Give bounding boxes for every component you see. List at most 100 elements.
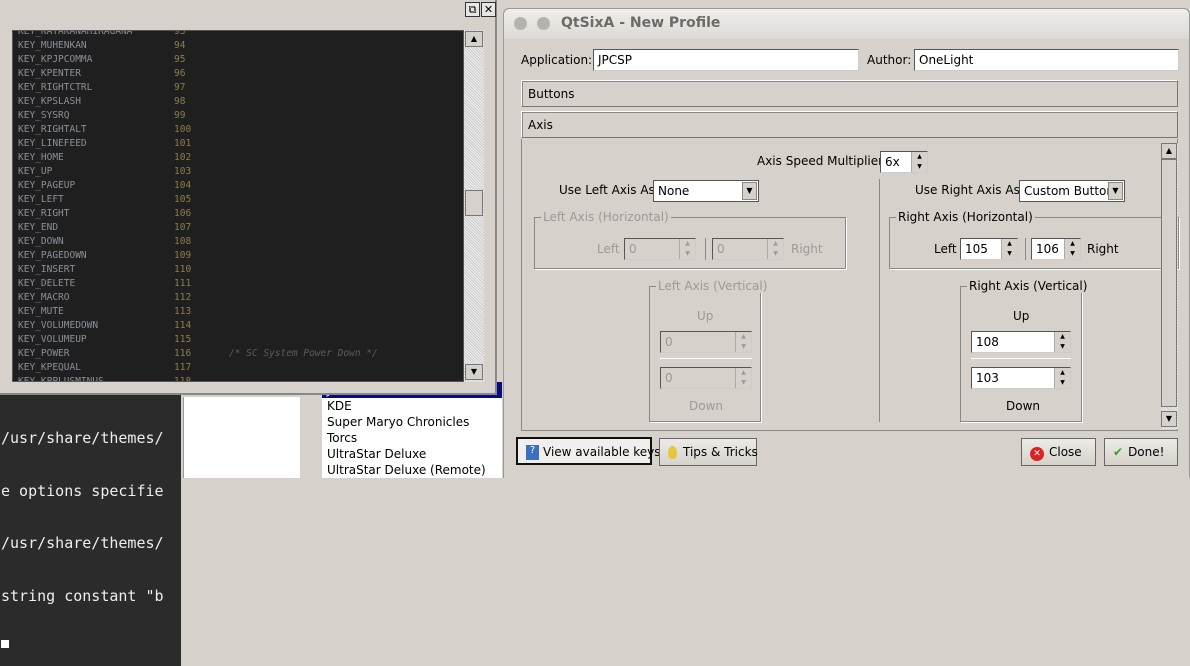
spin-value: 0 — [665, 371, 673, 385]
key-name: KEY_LEFT — [18, 194, 64, 205]
key-name: KEY_PAGEDOWN — [18, 250, 87, 261]
right-axis-up-spinbox[interactable]: 108 ▲ ▼ — [971, 331, 1071, 353]
key-code: 100 — [174, 124, 192, 135]
key-name: KEY_DELETE — [18, 278, 76, 289]
key-row: KEY_KATAKANAHIRAGANA 93 — [13, 30, 463, 39]
speed-spinbox[interactable]: 6x ▲ ▼ — [880, 151, 928, 173]
key-name: KEY_POWER — [18, 348, 70, 359]
key-code: 114 — [174, 320, 192, 331]
scroll-down-icon[interactable]: ▼ — [1161, 411, 1177, 427]
key-name: KEY_INSERT — [18, 264, 76, 275]
left-axis-left-spinbox[interactable]: 0 ▲ ▼ — [624, 238, 696, 260]
divider — [660, 358, 752, 359]
scroll-down-icon[interactable]: ▼ — [465, 364, 483, 380]
done-button[interactable]: ✔ Done! — [1104, 438, 1178, 466]
left-axis-down-spinbox[interactable]: 0 ▲ ▼ — [660, 367, 752, 389]
list-item[interactable]: UltraStar Deluxe (Remote) — [322, 462, 502, 478]
left-axis-up-spinbox[interactable]: 0 ▲ ▼ — [660, 331, 752, 353]
scroll-up-icon[interactable]: ▲ — [465, 31, 483, 47]
spin-value: 0 — [629, 242, 637, 256]
terminal-line: e options specifie — [1, 481, 164, 500]
key-code: 111 — [174, 278, 192, 289]
section-buttons[interactable]: Buttons — [521, 80, 1178, 107]
right-label: Right — [1087, 242, 1119, 256]
left-axis-use-select[interactable]: None ▼ — [653, 180, 759, 202]
close-button[interactable]: ✕ Close — [1021, 438, 1096, 466]
key-row: KEY_VOLUMEDOWN 114 — [13, 319, 463, 333]
window-title: QtSixA - New Profile — [561, 15, 721, 31]
list-item[interactable]: Super Maryo Chronicles — [322, 414, 502, 430]
spin-arrows-icon[interactable]: ▲ ▼ — [911, 152, 927, 172]
spin-arrows-icon[interactable]: ▲ ▼ — [1054, 368, 1070, 388]
button-label: Tips & Tricks — [683, 445, 758, 459]
key-row: KEY_PAGEDOWN 109 — [13, 249, 463, 263]
key-code: 96 — [174, 68, 186, 79]
spin-value: 106 — [1036, 242, 1059, 256]
key-row: KEY_LINEFEED 101 — [13, 137, 463, 151]
left-axis-right-spinbox[interactable]: 0 ▲ ▼ — [712, 238, 784, 260]
tips-tricks-button[interactable]: Tips & Tricks — [659, 438, 758, 466]
application-input[interactable]: JPCSP — [593, 49, 859, 71]
left-axis-vertical-group: Left Axis (Vertical) Up 0 ▲ ▼ 0 ▲ ▼ Down — [649, 279, 770, 422]
spin-arrows-icon: ▲ ▼ — [735, 368, 751, 388]
key-code: 95 — [174, 54, 186, 65]
right-axis-left-spinbox[interactable]: 105 ▲ ▼ — [960, 238, 1018, 260]
key-name: KEY_UP — [18, 166, 53, 177]
list-item[interactable]: Torcs — [322, 430, 502, 446]
key-row: KEY_END 107 — [13, 221, 463, 235]
key-row: KEY_RIGHTALT 100 — [13, 123, 463, 137]
spin-value: 103 — [976, 371, 999, 385]
key-code: 109 — [174, 250, 192, 261]
window-close-button[interactable] — [514, 17, 527, 30]
close-icon[interactable]: ✕ — [481, 2, 496, 17]
list-item[interactable]: KDE — [322, 398, 502, 414]
spin-arrows-icon[interactable]: ▲ ▼ — [1054, 332, 1070, 352]
list-item[interactable]: UltraStar Deluxe — [322, 446, 502, 462]
spin-arrows-icon[interactable]: ▲ ▼ — [1001, 239, 1017, 259]
key-row: KEY_MUHENKAN 94 — [13, 39, 463, 53]
spin-value: 105 — [965, 242, 988, 256]
right-axis-use-select[interactable]: Custom Buttons ▼ — [1019, 180, 1125, 202]
key-name: KEY_LINEFEED — [18, 138, 87, 149]
view-available-keys-button[interactable]: ? View available keys — [516, 437, 661, 465]
terminal-line: string constant "b — [1, 586, 164, 605]
key-name: KEY_VOLUMEDOWN — [18, 320, 99, 331]
key-row: KEY_POWER 116 /* SC System Power Down */ — [13, 347, 463, 361]
author-input[interactable]: OneLight — [914, 49, 1179, 71]
scroll-up-icon[interactable]: ▲ — [1161, 143, 1177, 159]
scroll-thumb[interactable] — [465, 190, 483, 216]
right-axis-use-label: Use Right Axis As: — [915, 183, 1024, 197]
key-row: KEY_LEFT 105 — [13, 193, 463, 207]
spin-arrows-icon: ▲ ▼ — [735, 332, 751, 352]
left-axis-horizontal-group: Left Axis (Horizontal) Left 0 ▲ ▼ 0 ▲ ▼ Righ… — [534, 210, 846, 269]
author-label: Author: — [867, 53, 912, 67]
up-label: Up — [1013, 309, 1030, 323]
key-code: 115 — [174, 334, 192, 345]
right-axis-down-spinbox[interactable]: 103 ▲ ▼ — [971, 367, 1071, 389]
close-circle-icon: ✕ — [1030, 447, 1044, 461]
key-row: KEY_RIGHT 106 — [13, 207, 463, 221]
spin-arrows-icon[interactable]: ▲ ▼ — [1064, 239, 1080, 259]
up-label: Up — [697, 309, 714, 323]
key-row: KEY_INSERT 110 — [13, 263, 463, 277]
key-code: 102 — [174, 152, 192, 163]
key-row: KEY_DELETE 111 — [13, 277, 463, 291]
checkmark-icon: ✔ — [1113, 445, 1124, 459]
key-row: KEY_UP 103 — [13, 165, 463, 179]
scroll-thumb[interactable] — [1161, 159, 1177, 407]
window-minimize-button[interactable] — [537, 17, 550, 30]
restore-icon[interactable]: ⧉ — [465, 2, 480, 17]
chevron-down-icon: ▼ — [742, 182, 757, 200]
new-profile-dialog: QtSixA - New Profile Application: JPCSP … — [503, 8, 1190, 478]
key-name: KEY_MUTE — [18, 306, 64, 317]
application-list[interactable]: JPCSP KDE Super Maryo Chronicles Torcs U… — [322, 382, 502, 478]
key-name: KEY_RIGHT — [18, 208, 70, 219]
scrollbar[interactable]: ▲ ▼ — [464, 30, 484, 382]
key-code: 94 — [174, 40, 186, 51]
axis-scrollbar[interactable]: ▲ ▼ — [1161, 143, 1178, 429]
key-code: 98 — [174, 96, 186, 107]
right-axis-right-spinbox[interactable]: 106 ▲ ▼ — [1031, 238, 1081, 260]
section-axis[interactable]: Axis — [521, 111, 1178, 138]
key-code: 93 — [174, 30, 186, 37]
down-label: Down — [1006, 399, 1041, 413]
